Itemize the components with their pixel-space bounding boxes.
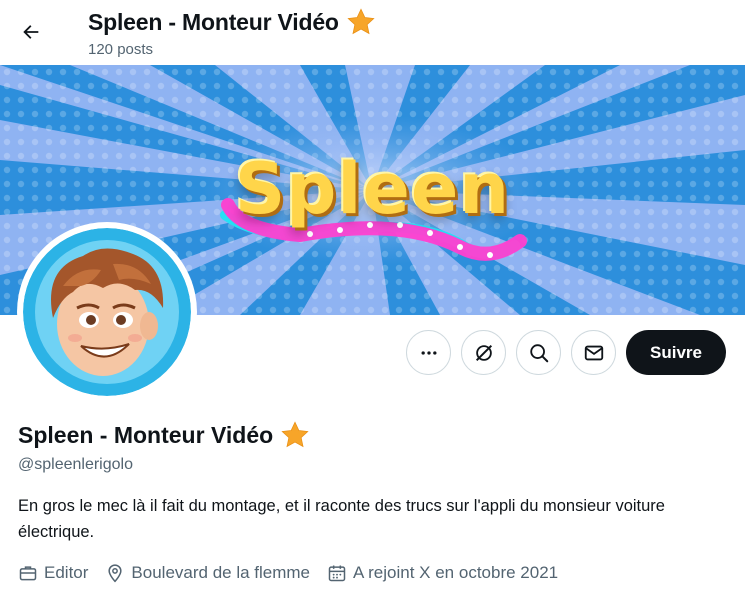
message-button[interactable] [571,330,616,375]
posts-count: 120 posts [88,41,154,58]
avatar[interactable] [17,222,197,402]
profile-name-text: Spleen - Monteur Vidéo [18,421,274,448]
location-label: Boulevard de la flemme [131,563,311,582]
profile-meta: Editor Boulevard de la flemme A rejoint … [18,561,575,585]
profession-item: Editor [18,563,88,583]
page-title: Spleen - Monteur Vidéo [88,7,376,37]
page-title-text: Spleen - Monteur Vidéo [88,8,339,35]
star-icon [281,421,309,448]
more-icon [421,350,436,355]
profession-label: Editor [44,563,89,582]
grok-icon [475,344,492,361]
profile-name: Spleen - Monteur Vidéo [18,420,310,450]
joined-item: A rejoint X en octobre 2021 [327,563,558,583]
joined-label: A rejoint X en octobre 2021 [353,563,559,582]
search-icon [529,343,548,362]
star-icon [347,8,375,35]
profile-actions: Suivre [0,330,745,375]
grok-button[interactable] [461,330,506,375]
search-profile-button[interactable] [516,330,561,375]
briefcase-icon [19,566,37,581]
mail-icon [584,345,603,360]
profile-handle: @spleenlerigolo [18,456,133,473]
arrow-left-icon [23,25,39,39]
banner-title: Spleen [234,148,511,230]
more-button[interactable] [406,330,451,375]
profile-bio: En gros le mec là il fait du montage, et… [18,497,665,541]
follow-button[interactable]: Suivre [626,330,726,375]
top-bar: Spleen - Monteur Vidéo 120 posts [0,0,745,65]
location-pin-icon [108,564,123,583]
calendar-icon [328,565,346,582]
back-button[interactable] [12,13,50,51]
location-item: Boulevard de la flemme [105,563,310,583]
